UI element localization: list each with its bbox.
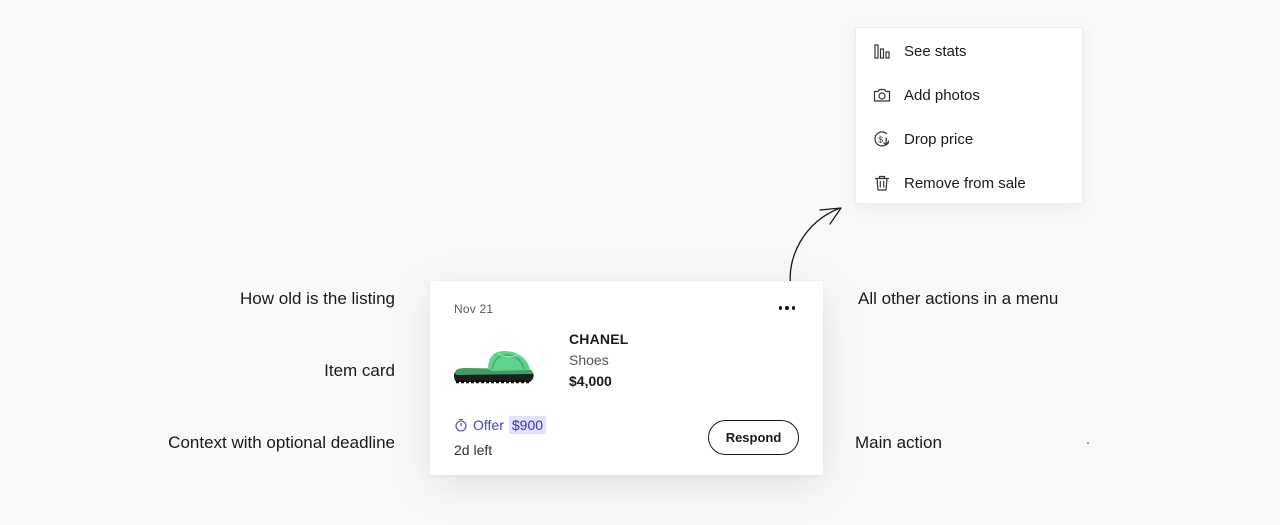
stray-dot — [1087, 442, 1089, 444]
menu-item-label: See stats — [904, 42, 967, 60]
svg-text:$: $ — [878, 134, 883, 144]
dot-icon — [778, 306, 783, 310]
menu-item-label: Drop price — [904, 130, 974, 148]
offer-deadline: 2d left — [454, 442, 493, 458]
offer-amount: $900 — [508, 416, 547, 434]
menu-item-drop-price[interactable]: $ Drop price — [856, 117, 1082, 161]
dot-icon — [785, 306, 789, 310]
annotation-main-action: Main action — [855, 433, 942, 452]
annotation-listing-age: How old is the listing — [240, 289, 395, 308]
respond-button[interactable]: Respond — [708, 420, 799, 455]
sandal-image-icon — [454, 351, 534, 384]
menu-item-remove-from-sale[interactable]: Remove from sale — [856, 161, 1082, 205]
camera-icon — [872, 85, 892, 105]
menu-item-add-photos[interactable]: Add photos — [856, 73, 1082, 117]
timer-icon — [455, 418, 467, 432]
annotation-context: Context with optional deadline — [168, 433, 395, 452]
menu-item-label: Add photos — [904, 86, 980, 104]
annotation-item-card: Item card — [324, 361, 395, 380]
offer-context: Offer $900 — [454, 416, 547, 434]
annotation-menu: All other actions in a menu — [858, 289, 1059, 308]
more-actions-button[interactable] — [774, 296, 800, 320]
item-price: $4,000 — [569, 373, 612, 389]
item-card[interactable]: Nov 21 CHANEL Shoes $4,000 Offer $900 2d… — [430, 281, 823, 475]
offer-label: Offer — [473, 417, 504, 433]
item-category: Shoes — [569, 352, 609, 368]
menu-item-label: Remove from sale — [904, 174, 1026, 192]
menu-item-see-stats[interactable]: See stats — [856, 29, 1082, 73]
price-drop-icon: $ — [872, 129, 892, 149]
actions-menu: See stats Add photos $ Drop price Remove… — [855, 27, 1083, 204]
trash-icon — [872, 173, 892, 193]
bar-chart-icon — [872, 41, 892, 61]
dot-icon — [791, 306, 796, 310]
listing-date: Nov 21 — [454, 302, 494, 316]
item-brand: CHANEL — [569, 331, 629, 347]
